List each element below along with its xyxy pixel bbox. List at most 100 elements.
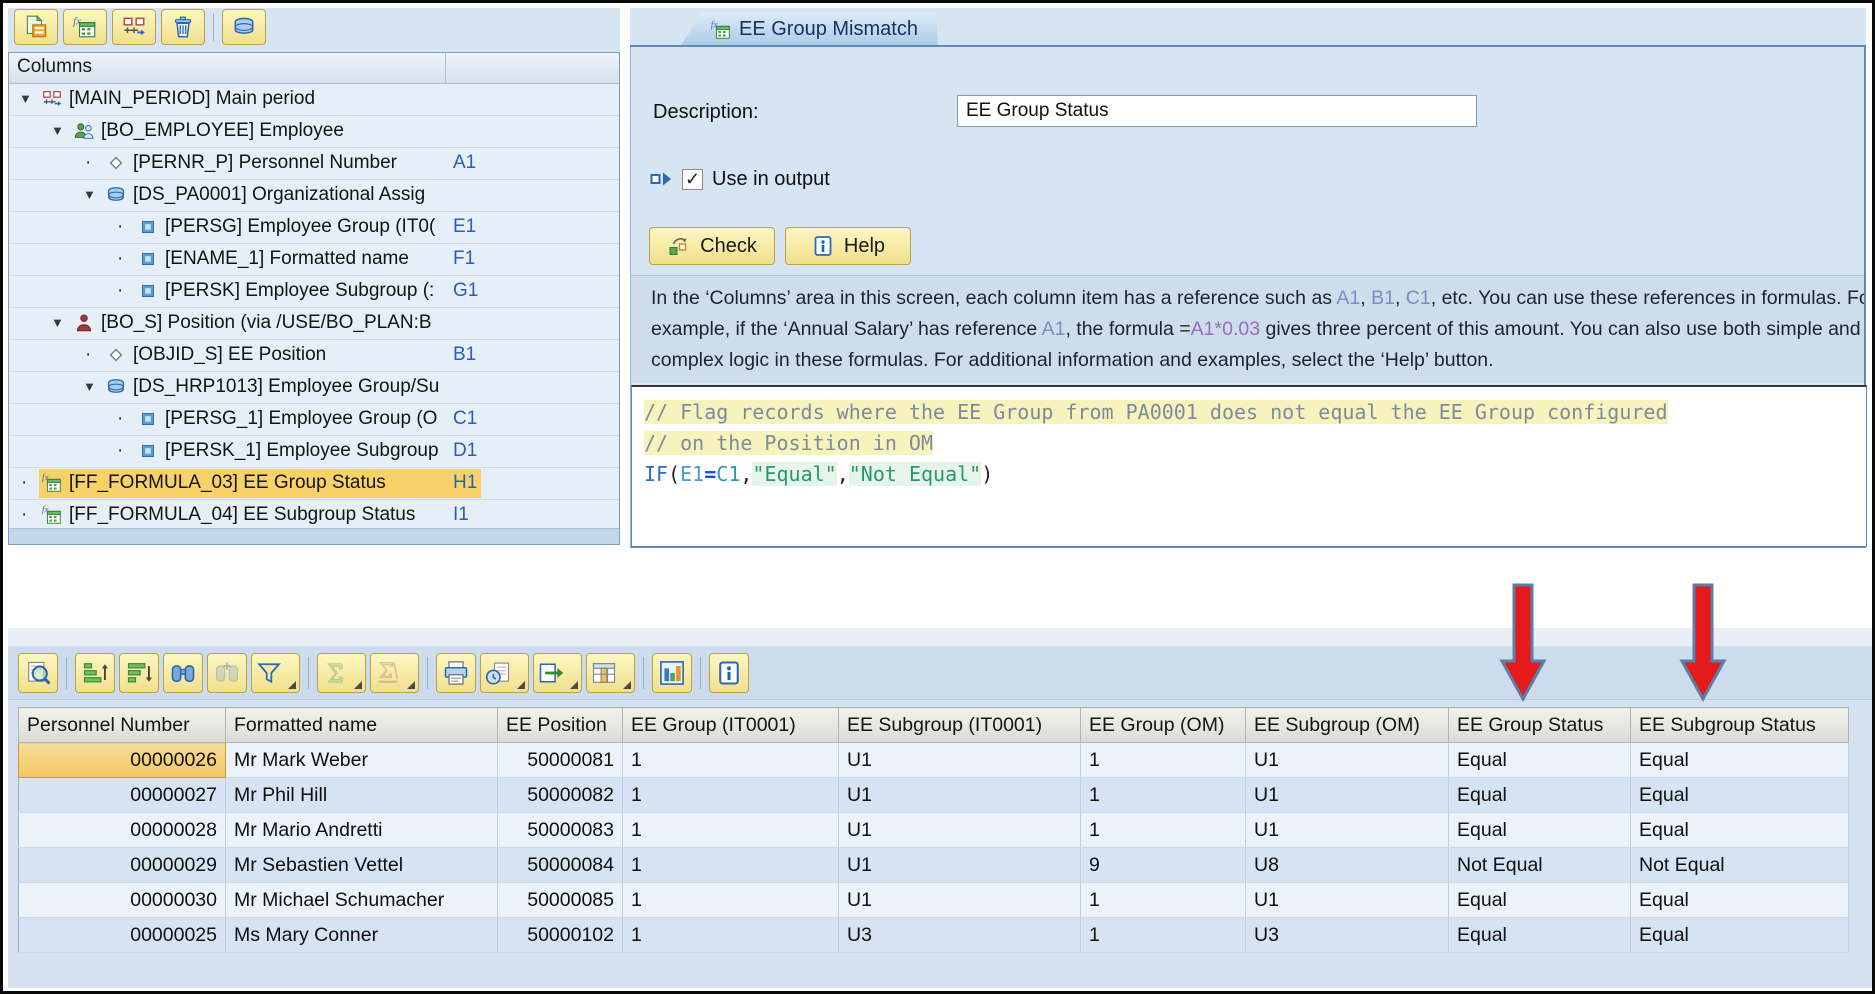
column-header[interactable]: EE Subgroup Status	[1631, 708, 1849, 743]
table-cell[interactable]: 50000081	[498, 743, 623, 778]
expand-arrow-icon[interactable]: ▼	[51, 124, 64, 138]
table-cell[interactable]: 1	[623, 883, 839, 918]
table-cell[interactable]: U1	[839, 813, 1081, 848]
table-cell[interactable]: U1	[839, 743, 1081, 778]
table-cell[interactable]: 50000085	[498, 883, 623, 918]
subtotal-button[interactable]	[370, 653, 419, 693]
table-cell[interactable]: Mr Phil Hill	[226, 778, 498, 813]
table-cell[interactable]: U1	[839, 848, 1081, 883]
tree-item[interactable]: ·[PERSG] Employee Group (IT0(E1	[9, 212, 619, 244]
table-cell[interactable]: U3	[1246, 918, 1449, 953]
table-cell[interactable]: 50000102	[498, 918, 623, 953]
filter-button[interactable]	[251, 653, 300, 693]
table-cell[interactable]: Mr Mario Andretti	[226, 813, 498, 848]
description-input[interactable]	[957, 95, 1477, 127]
expand-arrow-icon[interactable]: ▼	[83, 188, 96, 202]
table-cell[interactable]: U1	[1246, 813, 1449, 848]
table-cell[interactable]: 1	[1081, 778, 1246, 813]
find-next-button[interactable]	[207, 653, 247, 693]
tree-item[interactable]: ·[PERNR_P] Personnel NumberA1	[9, 148, 619, 180]
formula-button[interactable]: fx	[63, 9, 107, 45]
datasource-button[interactable]	[222, 9, 266, 45]
period-button[interactable]	[112, 9, 156, 45]
table-cell[interactable]: 1	[1081, 743, 1246, 778]
column-header[interactable]: EE Group (OM)	[1081, 708, 1246, 743]
table-cell[interactable]: Equal	[1449, 883, 1631, 918]
tree-item[interactable]: ·[PERSK] Employee Subgroup (:G1	[9, 276, 619, 308]
use-in-output-checkbox[interactable]: ✓	[682, 169, 703, 190]
table-cell[interactable]: 50000083	[498, 813, 623, 848]
dropdown-arrow-icon[interactable]	[288, 681, 296, 689]
tree-item[interactable]: ▼[BO_EMPLOYEE] Employee	[9, 116, 619, 148]
table-cell[interactable]: U8	[1246, 848, 1449, 883]
export-button[interactable]	[533, 653, 582, 693]
formula-editor[interactable]: // Flag records where the EE Group from …	[631, 385, 1867, 547]
tree-item[interactable]: ·[OBJID_S] EE PositionB1	[9, 340, 619, 372]
table-cell[interactable]: 1	[623, 918, 839, 953]
table-cell[interactable]: 1	[1081, 918, 1246, 953]
print-button[interactable]	[436, 653, 476, 693]
sum-button[interactable]	[317, 653, 366, 693]
dropdown-arrow-icon[interactable]	[407, 681, 415, 689]
table-cell[interactable]: 1	[623, 848, 839, 883]
table-cell[interactable]: 1	[1081, 813, 1246, 848]
tab-ee-group-mismatch[interactable]: fx EE Group Mismatch	[680, 12, 938, 47]
table-cell[interactable]: U3	[839, 918, 1081, 953]
column-header[interactable]: EE Subgroup (IT0001)	[839, 708, 1081, 743]
table-cell[interactable]: Equal	[1631, 813, 1849, 848]
tree-header-columns[interactable]: Columns	[9, 53, 446, 83]
horizontal-scrollbar[interactable]	[9, 528, 619, 544]
info-button[interactable]	[709, 653, 749, 693]
tree-item[interactable]: ▼[DS_HRP1013] Employee Group/Su	[9, 372, 619, 404]
table-cell[interactable]: Equal	[1631, 918, 1849, 953]
check-button[interactable]: Check	[649, 227, 775, 265]
table-cell[interactable]: 00000030	[19, 883, 226, 918]
table-cell[interactable]: 00000027	[19, 778, 226, 813]
table-cell[interactable]: U1	[839, 778, 1081, 813]
table-cell[interactable]: U1	[839, 883, 1081, 918]
tree-item[interactable]: ▼[DS_PA0001] Organizational Assig	[9, 180, 619, 212]
table-cell[interactable]: Not Equal	[1449, 848, 1631, 883]
column-header[interactable]: Formatted name	[226, 708, 498, 743]
table-cell[interactable]: Equal	[1631, 883, 1849, 918]
expand-arrow-icon[interactable]: ▼	[83, 380, 96, 394]
table-cell[interactable]: Ms Mary Conner	[226, 918, 498, 953]
table-cell[interactable]: Mr Michael Schumacher	[226, 883, 498, 918]
table-cell[interactable]: 1	[1081, 883, 1246, 918]
dropdown-arrow-icon[interactable]	[517, 681, 525, 689]
details-button[interactable]	[18, 653, 58, 693]
sort-asc-button[interactable]	[75, 653, 115, 693]
tree-item[interactable]: ▼[MAIN_PERIOD] Main period	[9, 84, 619, 116]
tree-item[interactable]: ·[PERSG_1] Employee Group (OC1	[9, 404, 619, 436]
table-cell[interactable]: 00000029	[19, 848, 226, 883]
local-file-button[interactable]	[480, 653, 529, 693]
expand-arrow-icon[interactable]: ▼	[51, 316, 64, 330]
table-cell[interactable]: U1	[1246, 743, 1449, 778]
column-header[interactable]: Personnel Number	[19, 708, 226, 743]
table-cell[interactable]: U1	[1246, 778, 1449, 813]
graphic-button[interactable]	[652, 653, 692, 693]
table-cell[interactable]: Equal	[1449, 813, 1631, 848]
column-header[interactable]: EE Group Status	[1449, 708, 1631, 743]
find-button[interactable]	[163, 653, 203, 693]
table-cell[interactable]: Not Equal	[1631, 848, 1849, 883]
tree-header-reference[interactable]	[446, 53, 619, 83]
sort-desc-button[interactable]	[119, 653, 159, 693]
table-cell[interactable]: Mr Mark Weber	[226, 743, 498, 778]
column-header[interactable]: EE Group (IT0001)	[623, 708, 839, 743]
table-cell[interactable]: 00000026	[19, 743, 226, 778]
column-header[interactable]: EE Subgroup (OM)	[1246, 708, 1449, 743]
new-column-button[interactable]	[14, 9, 58, 45]
table-cell[interactable]: 9	[1081, 848, 1246, 883]
dropdown-arrow-icon[interactable]	[623, 681, 631, 689]
tree-item[interactable]: ▼[BO_S] Position (via /USE/BO_PLAN:B	[9, 308, 619, 340]
expand-arrow-icon[interactable]: ▼	[19, 92, 32, 106]
table-cell[interactable]: Mr Sebastien Vettel	[226, 848, 498, 883]
table-cell[interactable]: Equal	[1449, 918, 1631, 953]
dropdown-arrow-icon[interactable]	[354, 681, 362, 689]
tree-item[interactable]: ·fx[FF_FORMULA_03] EE Group StatusH1	[9, 468, 619, 500]
column-header[interactable]: EE Position	[498, 708, 623, 743]
help-button[interactable]: Help	[785, 227, 911, 265]
tree-item[interactable]: ·[ENAME_1] Formatted nameF1	[9, 244, 619, 276]
table-cell[interactable]: Equal	[1449, 743, 1631, 778]
